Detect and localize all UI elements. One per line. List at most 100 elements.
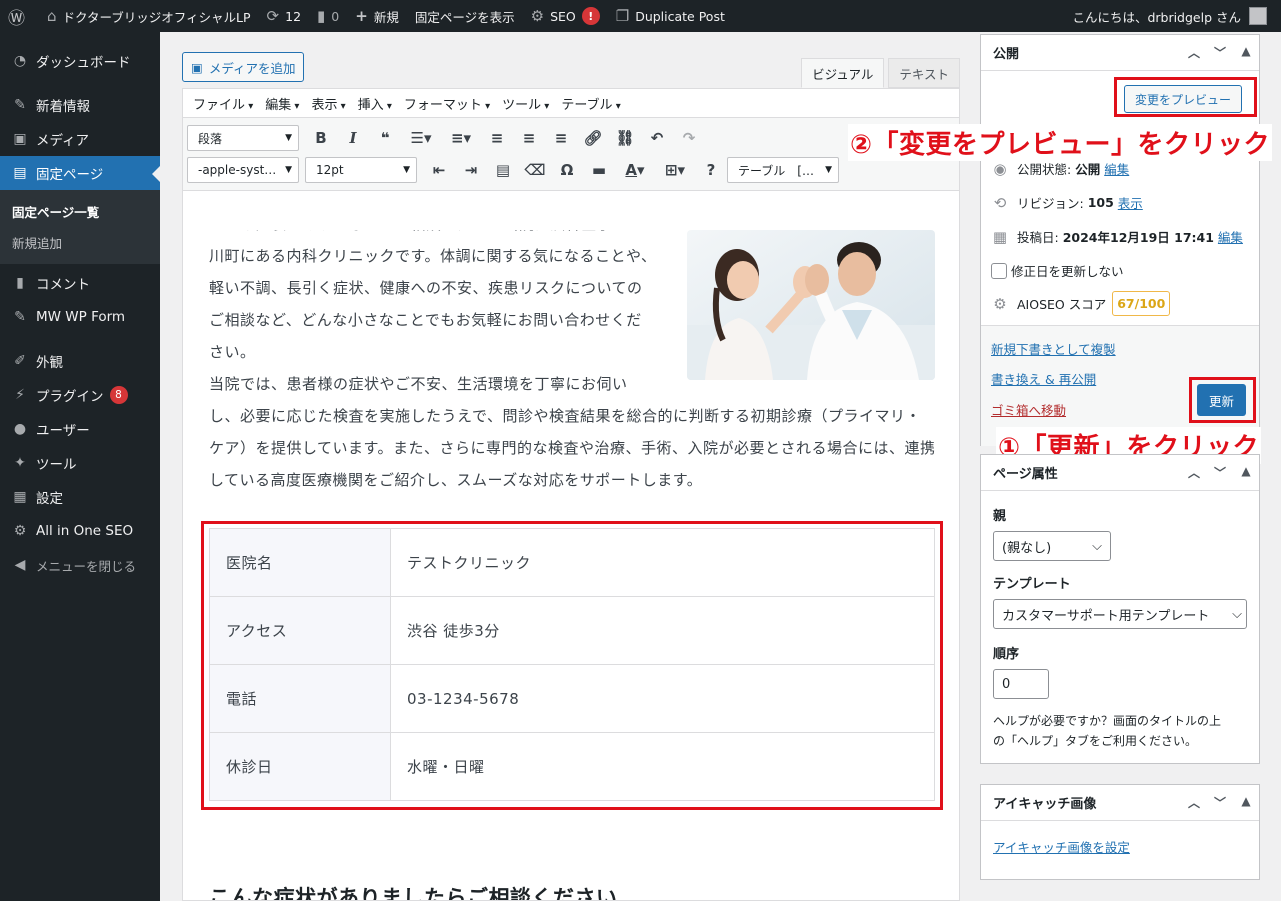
chevron-up-icon[interactable]: ︿ (1181, 794, 1207, 811)
triangle-up-icon[interactable]: ▲ (1233, 44, 1259, 61)
edit-date-link[interactable]: 編集 (1218, 227, 1243, 246)
show-revisions-link[interactable]: 表示 (1118, 193, 1143, 212)
chevron-down-icon[interactable]: ﹀ (1207, 44, 1233, 61)
table-header-cell[interactable]: 医院名 (209, 528, 391, 597)
triangle-up-icon[interactable]: ▲ (1233, 464, 1259, 481)
chevron-up-icon[interactable]: ︿ (1181, 464, 1207, 481)
undo-button[interactable]: ↶ (641, 124, 673, 152)
menu-view[interactable]: 表示 (305, 94, 351, 113)
sidebar-item-pages[interactable]: ▤ 固定ページ (0, 156, 160, 190)
help-icon[interactable]: ? (695, 156, 727, 184)
align-right-button[interactable]: ≡ (545, 124, 577, 152)
collapse-menu-button[interactable]: ◀ メニューを閉じる (0, 548, 160, 582)
add-media-button[interactable]: ▣ メディアを追加 (182, 52, 305, 82)
menu-table[interactable]: テーブル (555, 94, 626, 113)
redo-button[interactable]: ↷ (673, 124, 705, 152)
doctor-child-photo[interactable] (687, 230, 935, 380)
sidebar-item-tools[interactable]: ✦ ツール (0, 446, 160, 480)
wordpress-logo[interactable]: Ⓦ (0, 0, 39, 32)
tab-text[interactable]: テキスト (888, 58, 960, 88)
set-featured-image-link[interactable]: アイキャッチ画像を設定 (993, 837, 1130, 856)
align-center-button[interactable]: ≡ (513, 124, 545, 152)
updates-link[interactable]: ⟳ 12 (259, 0, 309, 32)
sidebar-item-media[interactable]: ▣ メディア (0, 122, 160, 156)
new-content-link[interactable]: + 新規 (347, 0, 407, 32)
italic-button[interactable]: I (337, 124, 369, 152)
comment-icon: ▮ (317, 7, 326, 25)
table-cell[interactable]: テストクリニック (390, 528, 935, 597)
editor-content[interactable]: こんな症状がありましたらご相談ください当院は渋谷区宇た 川町にある内科クリニック… (183, 230, 959, 900)
tab-visual[interactable]: ビジュアル (801, 58, 885, 88)
editor-tabs: ビジュアル テキスト (797, 58, 960, 88)
table-style-select[interactable]: テーブル [… ▼ (727, 157, 839, 183)
bold-button[interactable]: B (305, 124, 337, 152)
annotation-step-2: ②「変更をプレビュー」をクリック (848, 124, 1273, 161)
comments-link[interactable]: ▮ 0 (309, 0, 347, 32)
editor-toolbars: 段落 ▼ B I ❝ ☰▾ ≡▾ ≡ ≡ ≡ 🔗︎ ⛓ ↶ ↷ -apple-sy… (183, 118, 959, 191)
menu-edit[interactable]: 編集 (259, 94, 305, 113)
chevron-down-icon[interactable]: ﹀ (1207, 794, 1233, 811)
paragraph-services: 当院では、患者様の症状やご不安、生活環境を丁寧にお伺い し、必要に応じた検査を実… (209, 375, 936, 489)
admin-bar: Ⓦ ⌂ ドクターブリッジオフィシャルLP ⟳ 12 ▮ 0 + 新規 固定ページを表示 … (0, 0, 1281, 32)
paste-text-button[interactable]: ▤ (487, 156, 519, 184)
horizontal-rule-button[interactable]: ▬ (583, 156, 615, 184)
wordpress-icon: Ⓦ (8, 8, 25, 29)
align-left-button[interactable]: ≡ (481, 124, 513, 152)
submenu-add-new[interactable]: 新規追加 (0, 227, 160, 258)
template-label: テンプレート (993, 577, 1071, 592)
rewrite-republish-link[interactable]: 書き換え & 再公開 (991, 369, 1096, 388)
text-color-button[interactable]: A ▾ (615, 156, 655, 184)
sidebar-item-appearance[interactable]: ✐ 外観 (0, 344, 160, 378)
menu-tools[interactable]: ツール (496, 94, 555, 113)
aioseo-score-badge[interactable]: 67/100 (1112, 291, 1171, 316)
menu-file[interactable]: ファイル (187, 94, 259, 113)
submenu-all-pages[interactable]: 固定ページ一覧 (0, 196, 160, 227)
sidebar-item-comments[interactable]: ▮ コメント (0, 266, 160, 300)
menu-format[interactable]: フォーマット (398, 94, 496, 113)
site-name-link[interactable]: ⌂ ドクターブリッジオフィシャルLP (39, 0, 259, 32)
order-input[interactable]: 0 (993, 669, 1049, 699)
indent-button[interactable]: ⇥ (455, 156, 487, 184)
no-update-date-checkbox[interactable] (991, 262, 1007, 279)
seo-menu[interactable]: ⚙ SEO! (523, 0, 608, 32)
sidebar-item-users[interactable]: ● ユーザー (0, 412, 160, 446)
font-family-select[interactable]: -apple-syst… ▼ (187, 157, 299, 183)
order-label: 順序 (993, 647, 1020, 662)
table-cell[interactable]: 水曜・日曜 (390, 732, 935, 801)
sidebar-item-plugins[interactable]: ⚡ プラグイン 8 (0, 378, 160, 412)
chevron-down-icon[interactable]: ﹀ (1207, 464, 1233, 481)
table-header-cell[interactable]: アクセス (209, 596, 391, 665)
unlink-button[interactable]: ⛓ (609, 124, 641, 152)
sidebar-item-news[interactable]: ✎ 新着情報 (0, 88, 160, 122)
menu-insert[interactable]: 挿入 (352, 94, 398, 113)
link-button[interactable]: 🔗︎ (577, 124, 609, 152)
numbered-list-button[interactable]: ≡▾ (441, 124, 481, 152)
my-account[interactable]: こんにちは、drbridgelp さん (1064, 0, 1275, 32)
clear-format-button[interactable]: ⌫ (519, 156, 551, 184)
sidebar-item-aioseo[interactable]: ⚙ All in One SEO (0, 514, 160, 548)
font-size-select[interactable]: 12pt ▼ (305, 157, 417, 183)
parent-select[interactable]: (親なし) ⌵ (993, 531, 1111, 561)
chevron-up-icon[interactable]: ︿ (1181, 44, 1207, 61)
template-select[interactable]: カスタマーサポート用テンプレート ⌵ (993, 599, 1247, 629)
trash-link[interactable]: ゴミ箱へ移動 (991, 400, 1066, 419)
sidebar-item-mw-wp-form[interactable]: ✎ MW WP Form (0, 300, 160, 334)
copy-as-draft-link[interactable]: 新規下書きとして複製 (991, 339, 1116, 358)
special-char-button[interactable]: Ω (551, 156, 583, 184)
blockquote-button[interactable]: ❝ (369, 124, 401, 152)
table-cell[interactable]: 渋谷 徒歩3分 (390, 596, 935, 665)
duplicate-post-link[interactable]: ❐ Duplicate Post (608, 0, 733, 32)
sidebar-item-settings[interactable]: ▦ 設定 (0, 480, 160, 514)
table-button[interactable]: ⊞▾ (655, 156, 695, 184)
table-header-cell[interactable]: 休診日 (209, 732, 391, 801)
table-cell[interactable]: 03-1234-5678 (390, 664, 935, 733)
outdent-button[interactable]: ⇤ (423, 156, 455, 184)
edit-status-link[interactable]: 編集 (1104, 159, 1129, 178)
view-page-link[interactable]: 固定ページを表示 (407, 0, 523, 32)
seo-alert-badge: ! (581, 7, 600, 25)
table-header-cell[interactable]: 電話 (209, 664, 391, 733)
sidebar-item-dashboard[interactable]: ◔ ダッシュボード (0, 44, 160, 78)
format-select[interactable]: 段落 ▼ (187, 125, 299, 151)
triangle-up-icon[interactable]: ▲ (1233, 794, 1259, 811)
bullet-list-button[interactable]: ☰▾ (401, 124, 441, 152)
